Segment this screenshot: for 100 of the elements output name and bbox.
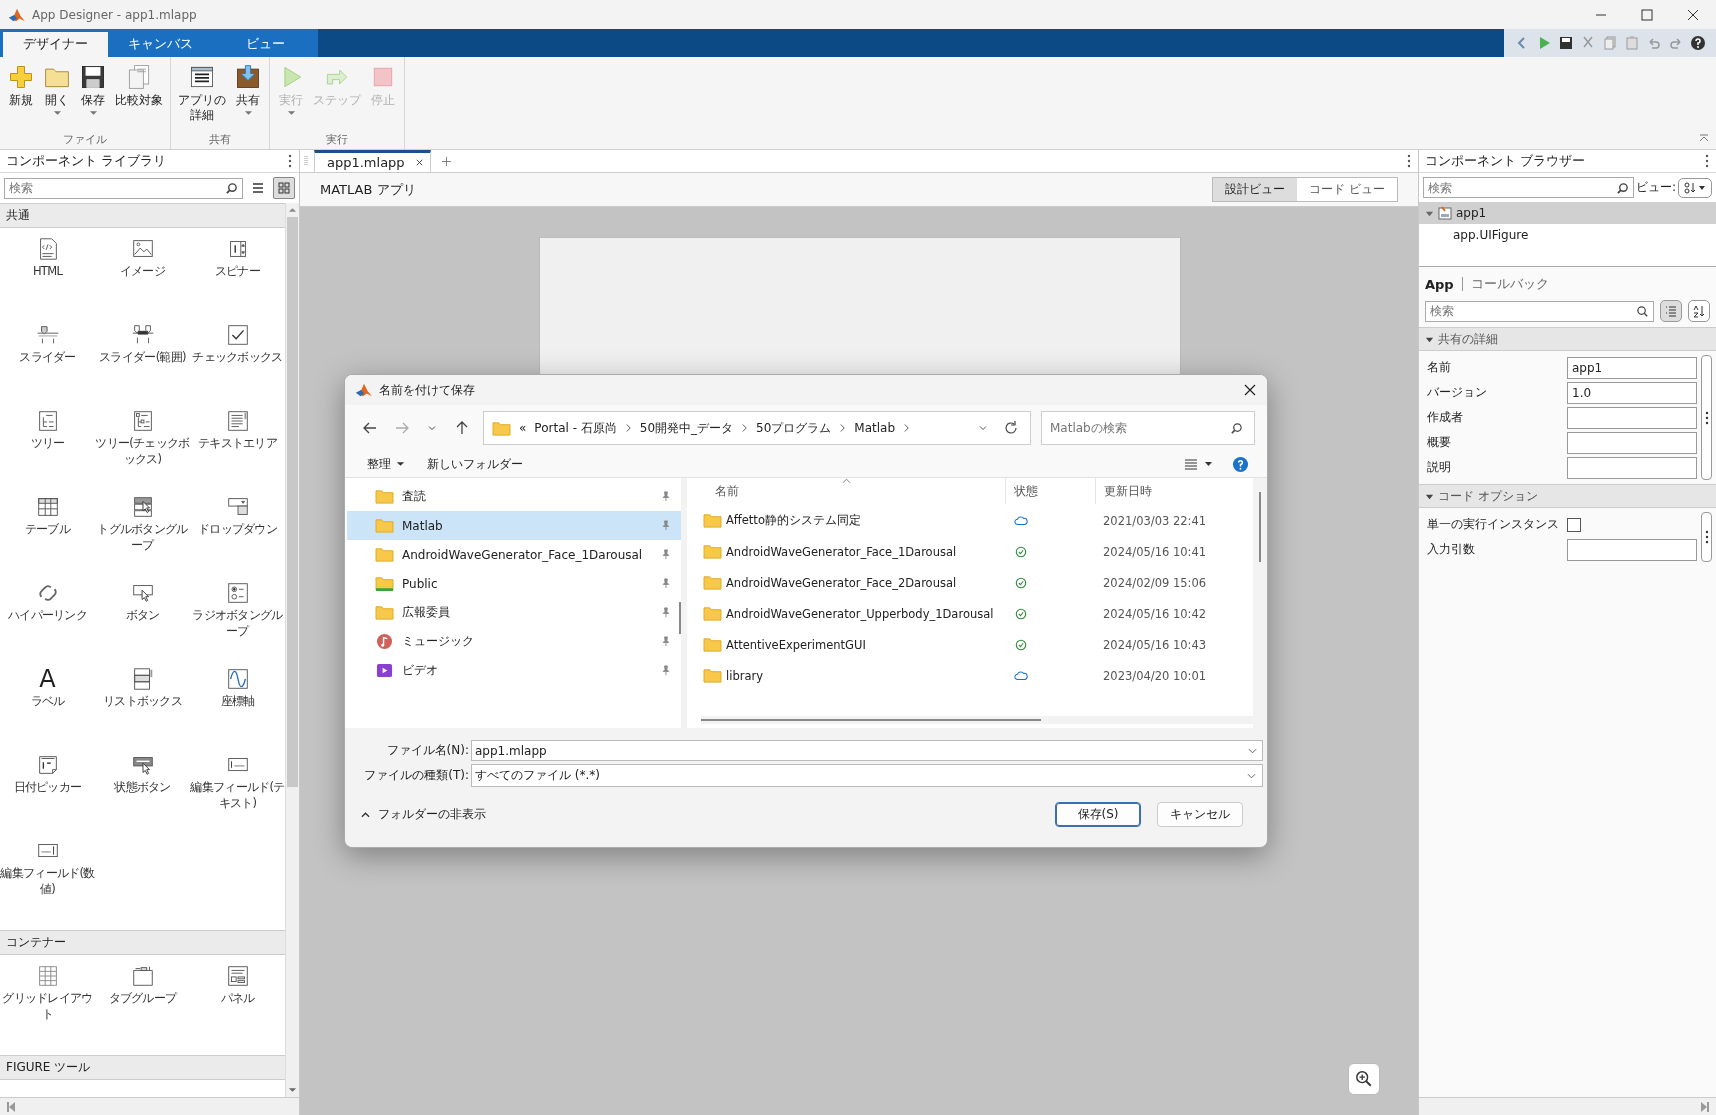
more-icon[interactable] [1704, 154, 1710, 168]
component-tile[interactable]: 編集フィールド (テキスト) [190, 750, 285, 836]
file-row[interactable]: AndroidWaveGenerator_Face_1Darousal 2024/05/16 10:41 [687, 536, 1253, 567]
search-field[interactable]: 検索 [1423, 177, 1634, 198]
file-row[interactable]: library 2023/04/20 10:01 [687, 660, 1253, 691]
navigation-item[interactable]: ビデオ [347, 656, 681, 685]
component-tile[interactable]: スライダー (範囲) [95, 320, 190, 406]
column-header[interactable]: 名前 [687, 478, 1005, 504]
breadcrumb[interactable]: 50開発中_データ [639, 419, 734, 437]
file-type-dropdown[interactable]: すべてのファイル (*.*) [471, 764, 1263, 787]
skip-back-icon[interactable] [6, 1100, 16, 1113]
search-field[interactable]: 検索 [1425, 300, 1654, 322]
group-view-button[interactable] [1660, 300, 1682, 322]
breadcrumb[interactable]: Matlab [854, 421, 896, 435]
file-row[interactable]: Affetto静的システム同定 2021/03/03 22:41 [687, 505, 1253, 536]
help-icon[interactable] [1690, 35, 1706, 51]
navigation-item[interactable]: Matlab [347, 511, 681, 540]
input-field[interactable]: app1 [1567, 356, 1697, 379]
ribbon-button[interactable]: 保存 [76, 61, 110, 132]
component-tile[interactable]: テキスト エリア [190, 406, 285, 492]
navigation-item[interactable]: AndroidWaveGenerator_Face_1Darousal [347, 540, 681, 569]
more-icon[interactable] [1406, 154, 1412, 168]
copy-icon[interactable] [1602, 35, 1618, 51]
search-field[interactable]: 検索 [4, 177, 243, 199]
pin-icon[interactable] [660, 491, 671, 502]
back-arrow-icon[interactable] [362, 420, 378, 436]
component-tile[interactable]: パネル [190, 961, 285, 1047]
navigation-item[interactable]: 広報委員 [347, 598, 681, 627]
input-field[interactable] [1567, 406, 1697, 429]
column-header[interactable]: 状態 [1005, 478, 1095, 504]
up-arrow-icon[interactable] [454, 420, 470, 436]
ribbon-button[interactable]: アプリの詳細 [175, 61, 230, 132]
component-tile[interactable]: 座標軸 [190, 664, 285, 750]
component-tile[interactable]: ツリー [0, 406, 95, 492]
pin-icon[interactable] [660, 636, 671, 647]
save-button[interactable]: 保存(S) [1055, 802, 1141, 827]
cancel-button[interactable]: キャンセル [1157, 802, 1243, 827]
file-row[interactable]: AttentiveExperimentGUI 2024/05/16 10:43 [687, 629, 1253, 660]
forward-arrow-icon[interactable] [394, 420, 410, 436]
skip-forward-icon[interactable] [1700, 1100, 1710, 1113]
component-tile[interactable]: ハイパーリンク [0, 578, 95, 664]
close-icon[interactable] [414, 158, 424, 167]
help-icon[interactable] [1232, 455, 1249, 473]
ribbon-button[interactable]: 比較対象 [112, 61, 166, 132]
breadcrumb[interactable]: Portal - 石原尚 [534, 419, 617, 437]
overflow-marker[interactable]: « [519, 421, 527, 435]
pin-icon[interactable] [660, 578, 671, 589]
breadcrumb[interactable]: 50プログラム [756, 419, 832, 437]
component-tile[interactable]: グリッド レイアウト [0, 961, 95, 1047]
component-tile[interactable]: ボタン [95, 578, 190, 664]
ribbon-button[interactable]: 共有 [231, 61, 266, 132]
ribbon-tab[interactable]: デザイナー [3, 32, 108, 57]
scroll-handle[interactable] [1701, 512, 1712, 562]
chevron-icon[interactable] [903, 423, 911, 433]
file-row[interactable]: AndroidWaveGenerator_Upperbody_1Darousal 2024/05/16 10:42 [687, 598, 1253, 629]
inspector-tab[interactable]: App [1425, 276, 1454, 292]
hide-folders-button[interactable]: フォルダーの非表示 [357, 802, 490, 827]
undo-icon[interactable] [1646, 35, 1662, 51]
ribbon-button[interactable]: 開く [40, 61, 74, 132]
view-toggle-button[interactable]: 設計ビュー [1213, 178, 1298, 201]
section-header[interactable]: コード オプション [1419, 484, 1716, 508]
command-button[interactable]: 整理 [363, 453, 409, 475]
component-tile[interactable]: スライダー [0, 320, 95, 406]
scrollbar[interactable] [285, 203, 299, 1097]
component-tile[interactable]: リスト ボックス [95, 664, 190, 750]
component-tile[interactable]: 状態ボタン [95, 750, 190, 836]
component-tile[interactable]: ツリー (チェック ボックス) [95, 406, 190, 492]
navigation-item[interactable]: Public [347, 569, 681, 598]
navigation-item[interactable]: ミュージック [347, 627, 681, 656]
close-icon[interactable] [1243, 383, 1257, 397]
scroll-down-icon[interactable] [288, 1087, 297, 1093]
pin-icon[interactable] [660, 607, 671, 618]
refresh-icon[interactable] [1003, 420, 1019, 436]
ribbon-tab[interactable]: キャンバス [108, 32, 213, 57]
component-tile[interactable]: タブ グループ [95, 961, 190, 1047]
address-bar[interactable]: « Portal - 石原尚 50開発中_データ 50プログラム Matlab [483, 411, 1031, 445]
ribbon-tab[interactable]: ビュー [213, 32, 318, 57]
pin-icon[interactable] [660, 665, 671, 676]
zoom-button[interactable] [1348, 1063, 1380, 1095]
checkbox[interactable] [1567, 517, 1581, 532]
document-tab[interactable]: app1.mlapp [314, 150, 431, 172]
chevron-icon[interactable] [624, 423, 632, 433]
search-field[interactable]: Matlabの検索 [1041, 411, 1255, 445]
more-icon[interactable] [287, 154, 293, 168]
command-button[interactable]: 新しいフォルダー [423, 453, 527, 475]
pin-icon[interactable] [660, 549, 671, 560]
grip-icon[interactable] [304, 155, 308, 167]
add-icon[interactable] [440, 155, 452, 167]
chevron-icon[interactable] [741, 423, 749, 433]
component-tile[interactable]: ドロップ ダウン [190, 492, 285, 578]
view-dropdown[interactable] [1678, 177, 1712, 198]
grid-view-button[interactable] [273, 177, 295, 199]
sort-button[interactable] [1688, 300, 1710, 322]
tree-item[interactable]: app1 [1419, 202, 1716, 224]
component-tile[interactable]: スピナー [190, 234, 285, 320]
component-tile[interactable]: A ラベル [0, 664, 95, 750]
component-tile[interactable]: HTML [0, 234, 95, 320]
chevron-icon[interactable] [839, 423, 847, 433]
scroll-handle[interactable] [1701, 355, 1712, 480]
tree-item[interactable]: app.UIFigure [1419, 224, 1716, 246]
